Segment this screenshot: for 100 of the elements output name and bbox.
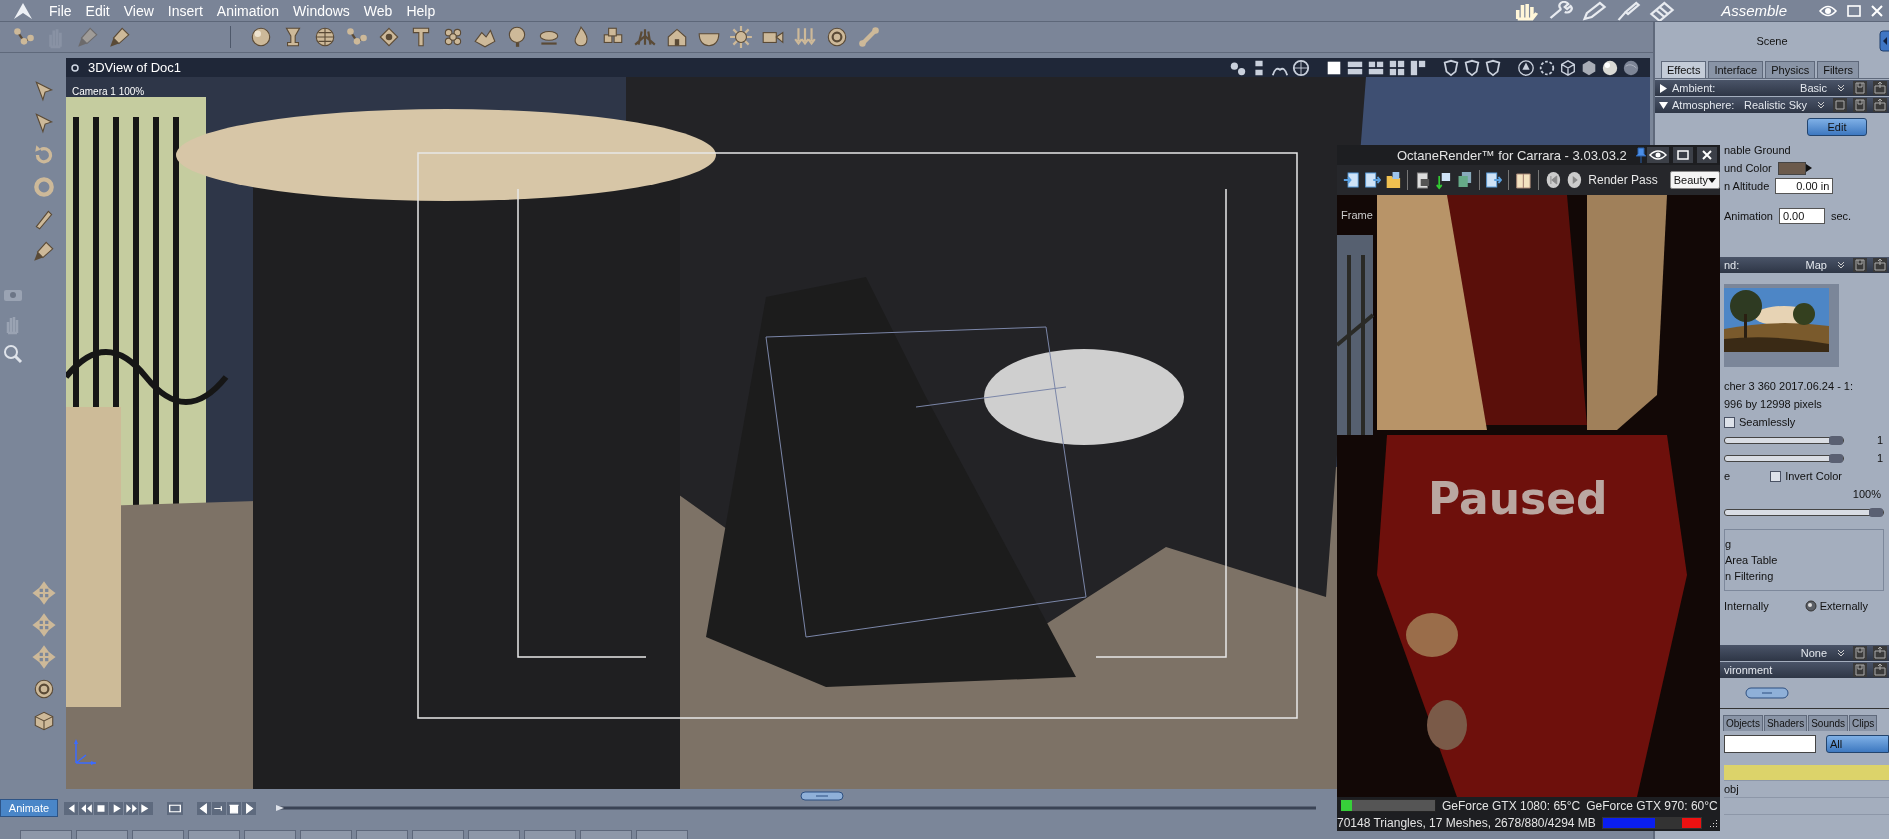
brush-icon[interactable] (108, 25, 132, 49)
eye-icon[interactable] (1647, 147, 1669, 163)
chevron-icon[interactable] (1837, 84, 1845, 92)
menu-item[interactable]: Insert (160, 2, 210, 19)
dotted-circle-icon[interactable] (1538, 58, 1556, 77)
key-icon[interactable] (212, 801, 226, 815)
layout-icon[interactable] (1409, 58, 1427, 77)
menu-item[interactable]: View (116, 2, 161, 19)
collapse-button[interactable] (1879, 30, 1889, 52)
grid-sphere-icon[interactable] (1292, 58, 1310, 77)
save-icon[interactable] (1853, 258, 1867, 272)
pencil-icon[interactable] (1581, 0, 1608, 21)
maximize-icon[interactable] (1673, 147, 1693, 163)
edit-button[interactable]: Edit (1807, 118, 1867, 136)
key-icon[interactable] (197, 801, 211, 815)
preset-icon[interactable] (1833, 98, 1847, 112)
transport-icon[interactable] (79, 801, 93, 815)
shield-icon[interactable] (1484, 58, 1502, 77)
menu-item[interactable]: Animation (209, 2, 287, 19)
filter-dropdown[interactable]: All (1826, 735, 1889, 753)
panel-tab[interactable]: Effects (1661, 61, 1707, 78)
transport-icon[interactable] (139, 801, 153, 815)
sphere-icon[interactable] (249, 25, 273, 49)
target-icon[interactable] (825, 25, 849, 49)
panel-tab[interactable]: Filters (1817, 61, 1860, 78)
folder-icon[interactable] (1873, 98, 1887, 112)
maximize-icon[interactable] (1847, 4, 1861, 17)
radio-button[interactable] (1804, 600, 1817, 612)
slider-track[interactable] (1724, 508, 1884, 516)
transport-icon[interactable] (109, 801, 123, 815)
cube-icon[interactable] (32, 709, 56, 733)
chevron-icon[interactable] (1817, 101, 1825, 109)
folder-icon[interactable] (1873, 663, 1887, 677)
search-field[interactable] (1724, 735, 1816, 753)
browser-tab[interactable]: Objects (1723, 715, 1763, 731)
slider-thumb[interactable] (1829, 435, 1843, 445)
solid-cube-icon[interactable] (1580, 58, 1598, 77)
transport-icon[interactable] (94, 801, 108, 815)
folder-icon[interactable] (1873, 258, 1887, 272)
checkbox[interactable] (1724, 416, 1735, 428)
slider-thumb[interactable] (1829, 453, 1843, 463)
key-icon[interactable] (227, 801, 241, 815)
transport-icon[interactable] (64, 801, 78, 815)
browser-tab[interactable]: Shaders (1763, 715, 1808, 731)
dropdown-value[interactable]: None (1800, 647, 1827, 659)
resize-grip-icon[interactable] (1708, 817, 1718, 828)
menu-item[interactable]: Edit (78, 2, 117, 19)
layout-icon[interactable] (1388, 58, 1406, 77)
panel-tab[interactable]: Physics (1765, 61, 1816, 78)
folder-icon[interactable] (1873, 81, 1887, 95)
frame-icon[interactable] (167, 801, 183, 815)
browser-tab[interactable]: Clips (1849, 715, 1878, 731)
transport-icon[interactable] (124, 801, 138, 815)
menu-item[interactable]: Help (399, 2, 443, 19)
dropdown-value[interactable]: Basic (1800, 82, 1827, 94)
shield-icon[interactable] (1463, 58, 1481, 77)
color-swatch[interactable] (1777, 161, 1806, 175)
time-field[interactable]: 0.00 (1778, 208, 1825, 224)
menu-item[interactable]: Windows (286, 2, 357, 19)
splitter-handle[interactable] (800, 791, 844, 801)
render-pass-dropdown[interactable]: Beauty (1669, 171, 1720, 189)
browser-tab[interactable]: Sounds (1808, 715, 1849, 731)
menu-item[interactable]: Web (356, 2, 400, 19)
save-icon[interactable] (1853, 98, 1867, 112)
altitude-field[interactable]: 0.00 in (1775, 178, 1834, 194)
splitter-handle[interactable] (1745, 687, 1789, 699)
shaded-sphere-icon[interactable] (1601, 58, 1619, 77)
folder-icon[interactable] (1873, 646, 1887, 660)
checkbox[interactable] (1770, 470, 1782, 482)
sun-icon[interactable] (729, 25, 753, 49)
film-icon[interactable] (1649, 0, 1676, 21)
key-icon[interactable] (242, 801, 256, 815)
disclosure-triangle-icon[interactable] (1659, 100, 1668, 110)
globe-icon[interactable] (313, 25, 337, 49)
diamond-icon[interactable] (377, 25, 401, 49)
list-row[interactable]: obj (1724, 782, 1889, 798)
timeline-track[interactable] (276, 804, 1316, 812)
close-icon[interactable] (1697, 147, 1717, 163)
brush-icon[interactable] (1615, 0, 1642, 21)
save-icon[interactable] (1853, 663, 1867, 677)
wire-cube-icon[interactable] (1559, 58, 1577, 77)
chevron-icon[interactable] (1837, 261, 1845, 269)
slider-thumb[interactable] (1869, 507, 1883, 517)
disclosure-triangle-icon[interactable] (1659, 83, 1668, 93)
target-icon[interactable] (32, 677, 56, 701)
chevron-icon[interactable] (1837, 649, 1845, 657)
arrow-circle-icon[interactable] (1517, 58, 1535, 77)
brush-icon[interactable] (32, 239, 56, 263)
slider-track[interactable] (1724, 454, 1844, 462)
wrench-icon[interactable] (1547, 0, 1574, 21)
dropdown-value[interactable]: Map (1805, 259, 1827, 271)
menu-item[interactable]: File (42, 2, 79, 19)
shield-icon[interactable] (1442, 58, 1460, 77)
slider-track[interactable] (1724, 436, 1844, 444)
save-icon[interactable] (1853, 646, 1867, 660)
save-icon[interactable] (1853, 81, 1867, 95)
window-dot-icon[interactable] (70, 62, 80, 73)
search-icon[interactable] (2, 343, 24, 365)
dropdown-value[interactable]: Realistic Sky (1744, 99, 1807, 111)
panel-tab[interactable]: Interface (1708, 61, 1764, 78)
